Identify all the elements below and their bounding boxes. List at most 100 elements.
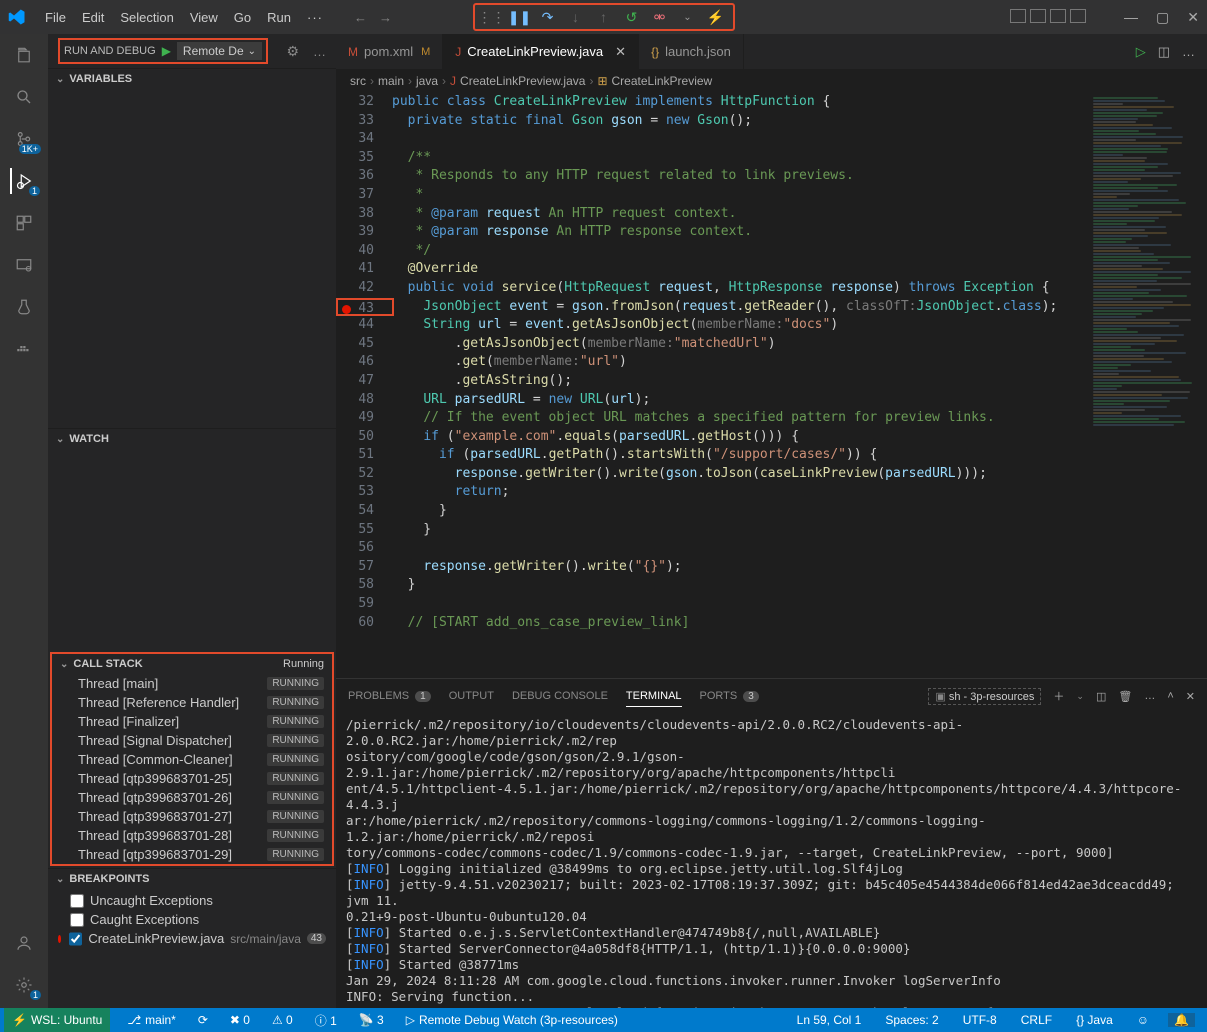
thread-row[interactable]: Thread [qtp399683701-29]RUNNING <box>52 845 332 864</box>
tab-launch.json[interactable]: {}launch.json <box>639 34 744 69</box>
panel-tab-problems[interactable]: PROBLEMS1 <box>348 686 431 706</box>
thread-row[interactable]: Thread [Common-Cleaner]RUNNING <box>52 750 332 769</box>
bp-uncaught[interactable]: Uncaught Exceptions <box>48 891 336 910</box>
scm-icon[interactable]: 1K+ <box>11 126 37 152</box>
thread-row[interactable]: Thread [qtp399683701-25]RUNNING <box>52 769 332 788</box>
bp-file[interactable]: CreateLinkPreview.javasrc/main/java43 <box>48 929 336 948</box>
restart-icon[interactable]: ↺ <box>623 8 641 26</box>
step-over-icon[interactable]: ↷ <box>539 8 557 26</box>
nav-fwd-icon[interactable]: → <box>379 10 392 25</box>
debug-icon[interactable]: 1 <box>10 168 36 194</box>
search-icon[interactable] <box>11 84 37 110</box>
pause-icon[interactable]: ❚❚ <box>511 8 529 26</box>
debug-status[interactable]: ▷ Remote Debug Watch (3p-resources) <box>401 1013 623 1027</box>
feedback-icon[interactable]: ☺ <box>1132 1013 1154 1027</box>
editor[interactable]: 3233343536373839404142434445464748495051… <box>336 93 1207 678</box>
extensions-icon[interactable] <box>11 210 37 236</box>
thread-row[interactable]: Thread [qtp399683701-26]RUNNING <box>52 788 332 807</box>
play-outline-icon[interactable]: ▷ <box>1136 44 1146 60</box>
encoding[interactable]: UTF-8 <box>958 1013 1002 1027</box>
config-gear-icon[interactable]: ⚙ <box>286 43 299 60</box>
nav-arrows[interactable]: ← → <box>354 10 392 25</box>
nav-back-icon[interactable]: ← <box>354 10 367 25</box>
lightning-icon[interactable]: ⚡ <box>707 8 725 26</box>
menu-file[interactable]: File <box>38 6 73 29</box>
menu-run[interactable]: Run <box>260 6 298 29</box>
menu-edit[interactable]: Edit <box>75 6 111 29</box>
close-icon[interactable]: ✕ <box>1187 9 1199 26</box>
spaces[interactable]: Spaces: 2 <box>880 1013 943 1027</box>
new-terminal-icon[interactable]: ＋ <box>1053 688 1064 704</box>
play-icon[interactable]: ▶ <box>162 44 171 58</box>
crumb-main[interactable]: main <box>378 74 404 88</box>
testing-icon[interactable] <box>11 294 37 320</box>
step-into-icon[interactable]: ↓ <box>567 8 585 26</box>
more-icon[interactable]: … <box>313 44 326 59</box>
thread-row[interactable]: Thread [main]RUNNING <box>52 674 332 693</box>
step-out-icon[interactable]: ↑ <box>595 8 613 26</box>
branch[interactable]: ⎇ main* <box>122 1013 181 1027</box>
maximize-icon[interactable]: ▢ <box>1156 9 1169 26</box>
crumb-CreateLinkPreview.java[interactable]: CreateLinkPreview.java <box>460 74 585 88</box>
trash-icon[interactable]: 🗑 <box>1118 690 1132 703</box>
panel-up-icon[interactable]: ˄ <box>1167 690 1173 702</box>
cursor-pos[interactable]: Ln 59, Col 1 <box>792 1013 867 1027</box>
panel-tab-ports[interactable]: PORTS3 <box>700 686 759 706</box>
terminal-output[interactable]: /pierrick/.m2/repository/io/cloudevents/… <box>336 713 1207 1008</box>
watch-header[interactable]: ⌄WATCH <box>48 429 336 449</box>
shell-select[interactable]: ▣ sh - 3p-resources <box>928 688 1041 705</box>
bp-caught-check[interactable] <box>70 913 84 927</box>
eol[interactable]: CRLF <box>1016 1013 1057 1027</box>
language[interactable]: {} Java <box>1071 1013 1118 1027</box>
menu-···[interactable]: ··· <box>300 6 330 29</box>
gear-icon[interactable]: 1 <box>11 972 37 998</box>
explorer-icon[interactable] <box>11 42 37 68</box>
bell-icon[interactable]: 🔔 <box>1168 1013 1195 1027</box>
remote-indicator[interactable]: ⚡ WSL: Ubuntu <box>4 1008 110 1032</box>
tab-close-icon[interactable]: ✕ <box>615 44 626 60</box>
layout-icons[interactable] <box>1010 9 1086 26</box>
grip-icon[interactable]: ⋮⋮ <box>483 8 501 26</box>
sync[interactable]: ⟳ <box>193 1013 213 1027</box>
crumb-java[interactable]: java <box>416 74 438 88</box>
panel-close-icon[interactable]: ✕ <box>1186 690 1195 703</box>
panel-tab-debug console[interactable]: DEBUG CONSOLE <box>512 686 608 706</box>
disconnect-icon[interactable]: ⚮ <box>651 8 669 26</box>
menu-go[interactable]: Go <box>227 6 258 29</box>
docker-icon[interactable] <box>11 336 37 362</box>
panel-tab-terminal[interactable]: TERMINAL <box>626 686 682 707</box>
split-terminal-icon[interactable]: ◫ <box>1096 690 1106 703</box>
breakpoints-header[interactable]: ⌄BREAKPOINTS <box>48 869 336 889</box>
minimize-icon[interactable]: — <box>1124 9 1138 26</box>
infos[interactable]: ⓘ 1 <box>310 1012 342 1029</box>
config-select[interactable]: Remote De ⌄ <box>177 42 262 60</box>
breadcrumbs[interactable]: src›main›java›J CreateLinkPreview.java›⊞… <box>336 69 1207 93</box>
bp-uncaught-check[interactable] <box>70 894 84 908</box>
crumb-CreateLinkPreview[interactable]: CreateLinkPreview <box>612 74 713 88</box>
bp-caught[interactable]: Caught Exceptions <box>48 910 336 929</box>
crumb-src[interactable]: src <box>350 74 366 88</box>
variables-header[interactable]: ⌄VARIABLES <box>48 69 336 89</box>
panel-tab-output[interactable]: OUTPUT <box>449 686 494 706</box>
tab-CreateLinkPreview.java[interactable]: JCreateLinkPreview.java✕ <box>443 34 639 69</box>
warnings[interactable]: ⚠ 0 <box>267 1013 298 1027</box>
remote-icon[interactable] <box>11 252 37 278</box>
chevron-down-icon[interactable]: ⌄ <box>679 8 697 26</box>
thread-row[interactable]: Thread [Signal Dispatcher]RUNNING <box>52 731 332 750</box>
account-icon[interactable] <box>11 930 37 956</box>
minimap[interactable] <box>1089 93 1207 678</box>
bp-file-check[interactable] <box>69 932 82 946</box>
menu-view[interactable]: View <box>183 6 225 29</box>
callstack-header[interactable]: ⌄CALL STACKRunning <box>52 654 332 674</box>
gutter[interactable]: 3233343536373839404142434445464748495051… <box>336 93 392 678</box>
split-icon[interactable]: ◫ <box>1158 44 1170 60</box>
tab-pom.xml[interactable]: Mpom.xmlM <box>336 34 443 69</box>
panel-more-icon[interactable]: … <box>1144 690 1155 702</box>
thread-row[interactable]: Thread [Finalizer]RUNNING <box>52 712 332 731</box>
menu-selection[interactable]: Selection <box>113 6 180 29</box>
errors[interactable]: ✖ 0 <box>225 1013 255 1027</box>
thread-row[interactable]: Thread [qtp399683701-27]RUNNING <box>52 807 332 826</box>
code-content[interactable]: public class CreateLinkPreview implement… <box>392 93 1089 678</box>
thread-row[interactable]: Thread [Reference Handler]RUNNING <box>52 693 332 712</box>
tab-more-icon[interactable]: … <box>1182 44 1195 59</box>
